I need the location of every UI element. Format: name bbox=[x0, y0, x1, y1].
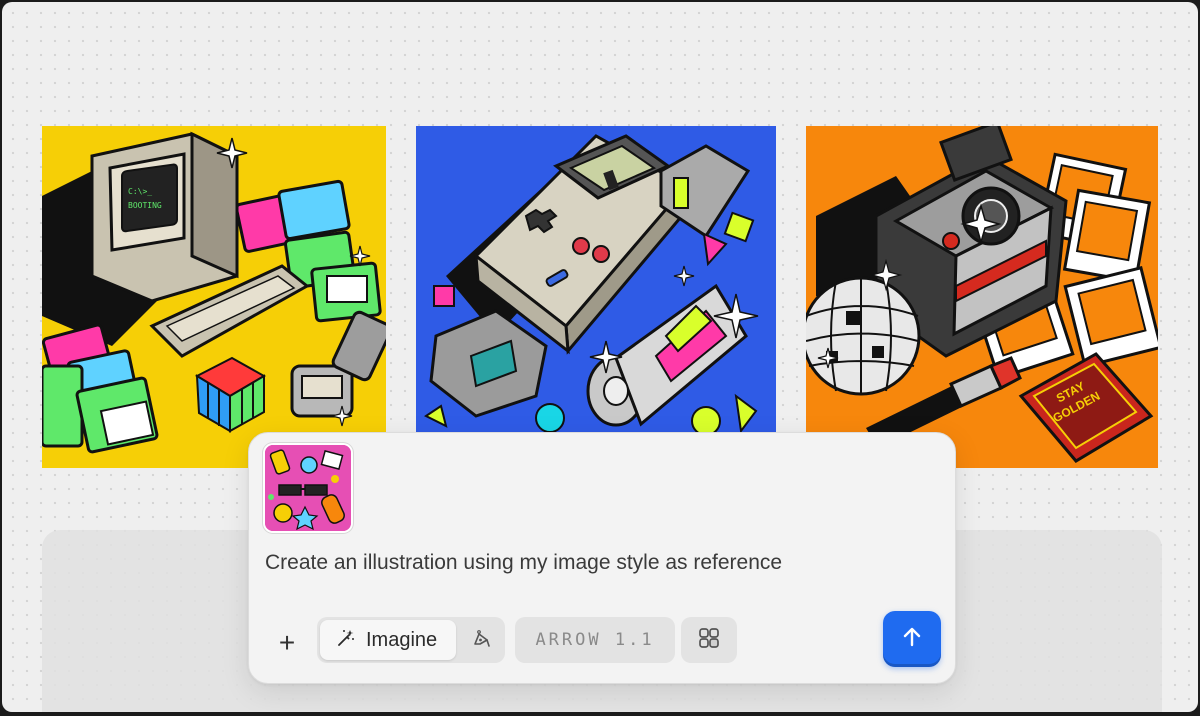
mode-toggle: Imagine bbox=[317, 617, 505, 663]
pen-tool-icon bbox=[471, 628, 491, 653]
magic-wand-icon bbox=[336, 628, 356, 653]
model-selector-button[interactable]: ARROW 1.1 bbox=[515, 617, 675, 663]
prompt-composer: Create an illustration using my image st… bbox=[248, 432, 956, 684]
imagine-button[interactable]: Imagine bbox=[320, 620, 456, 660]
matchbook: STAY GOLDEN bbox=[1018, 352, 1154, 463]
retro-computer-illustration: C:\>_ BOOTING bbox=[42, 131, 386, 454]
imagine-label: Imagine bbox=[366, 628, 438, 651]
rubiks-cube bbox=[194, 356, 267, 433]
disco-ball bbox=[806, 276, 921, 396]
screen-text-booting: BOOTING bbox=[128, 201, 162, 210]
vector-mode-button[interactable] bbox=[461, 620, 501, 660]
retro-polaroid-illustration: STAY GOLDEN bbox=[806, 126, 1158, 463]
pink-pattern-thumbnail bbox=[265, 445, 351, 531]
gallery-image-computer[interactable]: C:\>_ BOOTING bbox=[42, 126, 386, 468]
plus-icon: + bbox=[278, 627, 296, 658]
send-button[interactable] bbox=[883, 611, 941, 667]
screen-text-prompt: C:\>_ bbox=[128, 187, 152, 196]
layout-grid-button[interactable] bbox=[681, 617, 737, 663]
add-button[interactable]: + bbox=[267, 623, 307, 663]
arrow-up-icon bbox=[900, 625, 924, 654]
retro-gameboy-illustration bbox=[424, 134, 759, 436]
gallery-image-gameboy[interactable] bbox=[416, 126, 776, 468]
canvas-area: C:\>_ BOOTING STAY GOLDEN Create an illu… bbox=[2, 2, 1198, 712]
reference-image-thumbnail[interactable] bbox=[265, 445, 351, 531]
prompt-input[interactable]: Create an illustration using my image st… bbox=[265, 551, 925, 575]
grid-layout-icon bbox=[698, 627, 720, 654]
gallery-image-polaroid[interactable]: STAY GOLDEN bbox=[806, 126, 1158, 468]
